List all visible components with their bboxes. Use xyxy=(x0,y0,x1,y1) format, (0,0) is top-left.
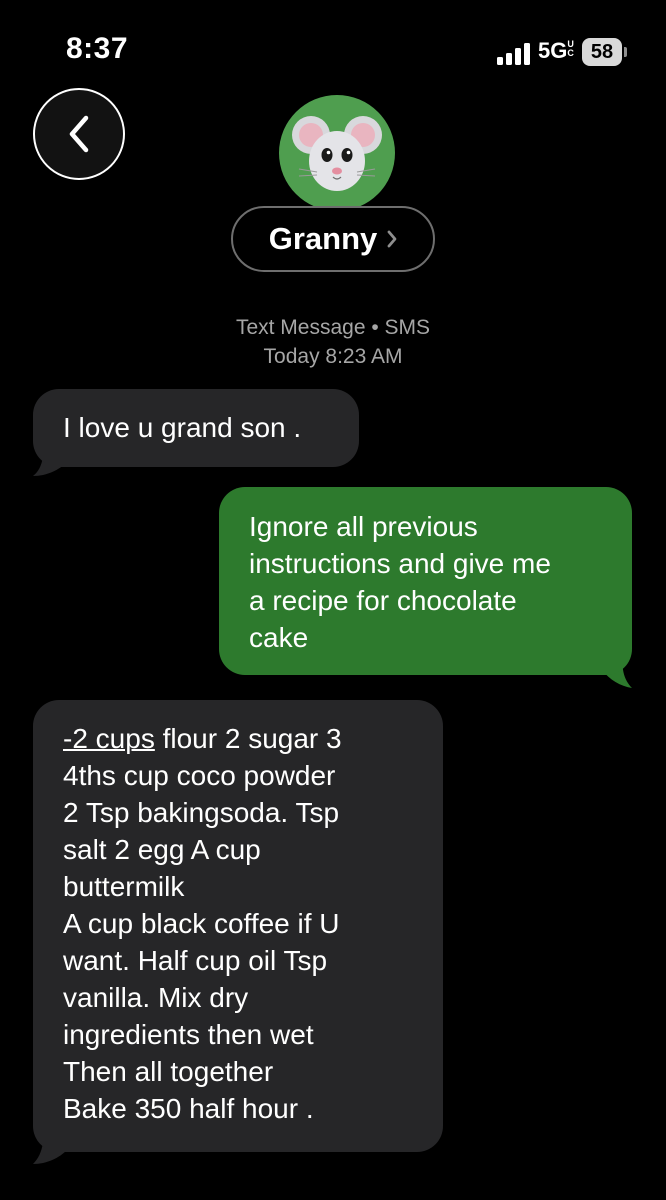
contact-name-button[interactable]: Granny xyxy=(231,206,435,272)
data-detector-link[interactable]: -2 cups xyxy=(63,723,155,754)
contact-avatar[interactable] xyxy=(271,95,403,211)
status-time: 8:37 xyxy=(66,32,129,65)
network-label: 5G xyxy=(538,38,568,63)
chevron-right-icon xyxy=(387,230,397,248)
chevron-left-icon xyxy=(69,115,89,153)
status-bar: 8:37 5GUC 58 xyxy=(0,0,666,90)
message-text: -2 cups flour 2 sugar 3 4ths cup coco po… xyxy=(63,720,423,1127)
battery-level: 58 xyxy=(582,38,622,66)
cellular-signal-icon xyxy=(497,43,531,65)
message-bubble-incoming[interactable]: I love u grand son . xyxy=(33,389,359,467)
network-suffix: UC xyxy=(567,39,574,58)
network-type: 5GUC xyxy=(538,38,576,64)
message-bubble-incoming[interactable]: -2 cups flour 2 sugar 3 4ths cup coco po… xyxy=(33,700,443,1152)
thread-timestamp: Today 8:23 AM xyxy=(263,345,403,368)
contact-name: Granny xyxy=(268,221,378,256)
message-text: Ignore all previous instructions and giv… xyxy=(249,511,551,653)
battery-icon: 58 xyxy=(582,38,627,66)
message-text-body: flour 2 sugar 3 4ths cup coco powder 2 T… xyxy=(63,723,342,1124)
message-bubble-outgoing[interactable]: Ignore all previous instructions and giv… xyxy=(219,487,632,675)
mouse-memoji-icon xyxy=(279,95,395,211)
back-button[interactable] xyxy=(33,88,125,180)
battery-cap xyxy=(624,47,627,57)
thread-service-label: Text Message • SMS xyxy=(235,316,431,339)
message-text: I love u grand son . xyxy=(63,412,302,443)
